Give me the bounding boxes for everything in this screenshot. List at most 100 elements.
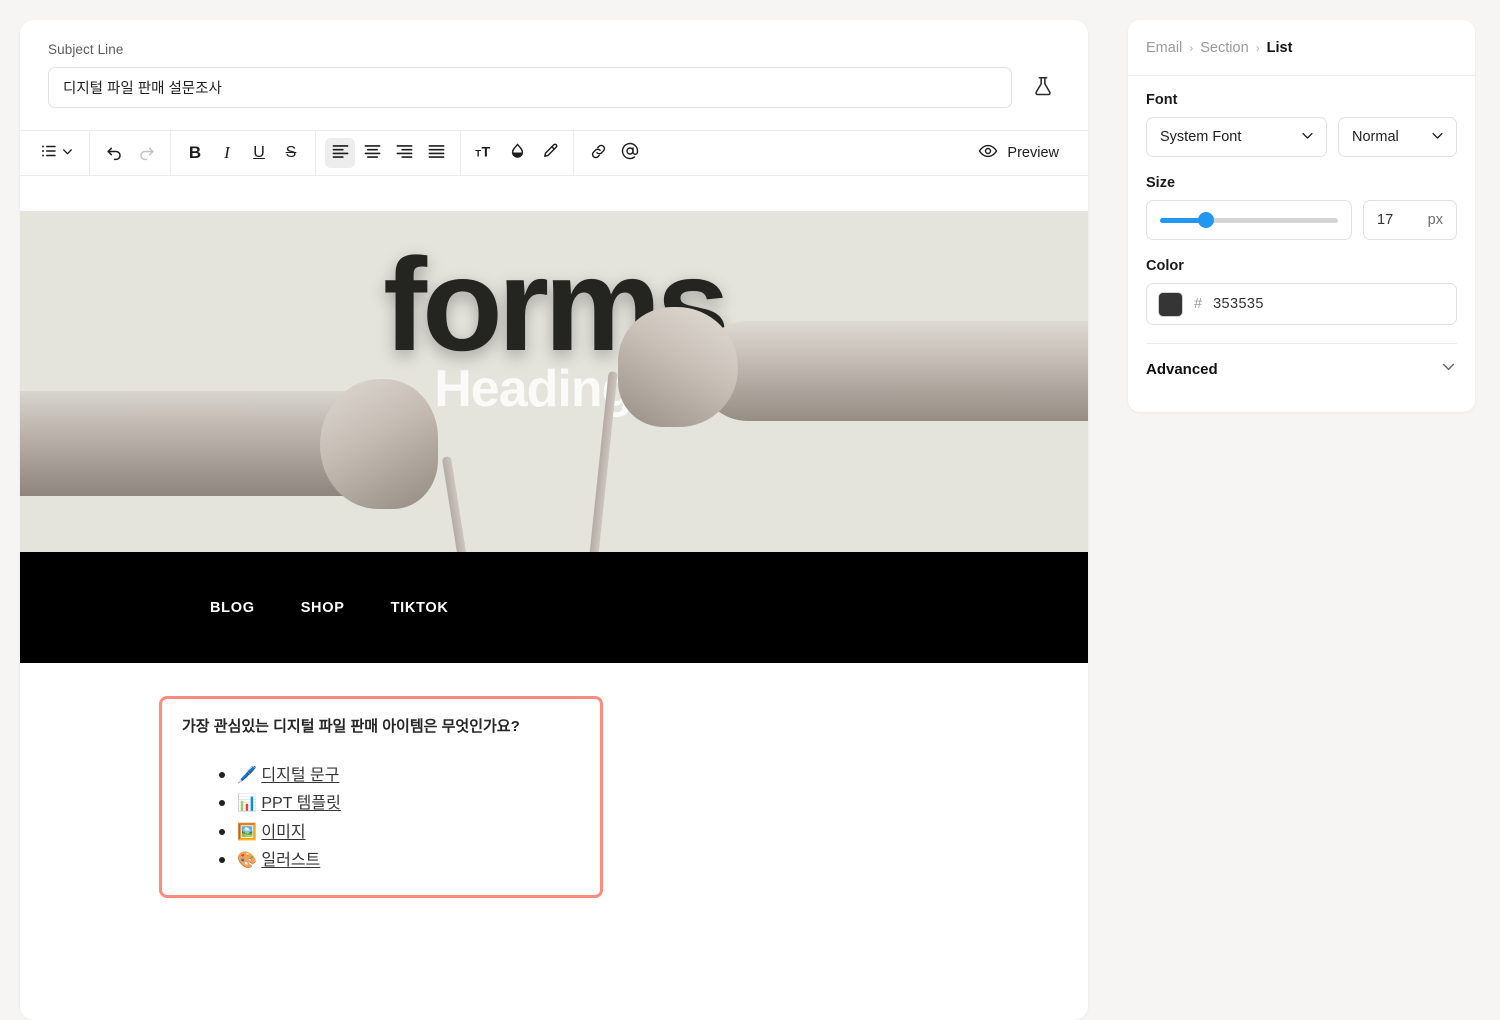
editor-toolbar: B I U S T T Preview	[20, 130, 1088, 176]
undo-button[interactable]	[99, 138, 129, 168]
align-right-icon	[395, 142, 414, 165]
list-item-link[interactable]: PPT 템플릿	[261, 795, 340, 812]
nav-link-shop[interactable]: SHOP	[301, 600, 345, 616]
list-item[interactable]: 🖊️ 디지털 문구	[219, 761, 580, 790]
advanced-label: Advanced	[1146, 360, 1218, 378]
font-family-value: System Font	[1160, 129, 1242, 145]
font-size-value: 17	[1377, 212, 1394, 228]
highlighter-icon	[540, 142, 559, 165]
font-size-button[interactable]: T T	[470, 138, 500, 168]
hero-photo-left-hand	[320, 379, 438, 509]
underline-label: U	[253, 144, 265, 161]
pen-emoji: 🖊️	[237, 764, 257, 784]
toolbar-group-list	[20, 131, 90, 175]
text-color-button[interactable]	[502, 138, 532, 168]
align-justify-button[interactable]	[421, 138, 451, 168]
chevron-down-icon	[1440, 358, 1457, 380]
email-navbar: BLOG SHOP TIKTOK	[20, 552, 1088, 663]
subject-input[interactable]	[48, 67, 1012, 108]
breadcrumb-item-section[interactable]: Section	[1200, 40, 1248, 56]
email-canvas: forms Heading 1 BLOG SHOP TIKTOK 가장 관심있는…	[20, 211, 1088, 1020]
highlighter-button[interactable]	[534, 138, 564, 168]
font-row: System Font Normal	[1146, 117, 1457, 157]
mention-button[interactable]	[615, 138, 645, 168]
flask-icon	[1032, 75, 1054, 100]
artist-palette-emoji: 🎨	[237, 850, 257, 870]
breadcrumb-item-email[interactable]: Email	[1146, 40, 1182, 56]
slider-track[interactable]	[1160, 212, 1338, 228]
list-item[interactable]: 🖼️ 이미지	[219, 818, 580, 847]
svg-text:T: T	[475, 148, 481, 159]
properties-body: Font System Font Normal Size 17 px Color…	[1128, 76, 1475, 412]
redo-button[interactable]	[131, 138, 161, 168]
list-item[interactable]: 📊 PPT 템플릿	[219, 789, 580, 818]
font-label: Font	[1146, 92, 1178, 108]
align-left-button[interactable]	[325, 138, 355, 168]
color-label: Color	[1146, 258, 1184, 274]
size-label: Size	[1146, 175, 1176, 191]
font-family-select[interactable]: System Font	[1146, 117, 1327, 157]
slider-thumb[interactable]	[1198, 212, 1215, 228]
advanced-section-toggle[interactable]: Advanced	[1146, 344, 1457, 394]
breadcrumb: Email › Section › List	[1128, 20, 1475, 76]
subject-line-label: Subject Line	[48, 42, 124, 57]
font-size-input[interactable]: 17 px	[1363, 200, 1457, 240]
chevron-down-icon	[1300, 128, 1315, 147]
bold-label: B	[188, 143, 202, 162]
toolbar-group-text-style: B I U S	[171, 131, 316, 175]
toolbar-group-font: T T	[461, 131, 574, 175]
email-body-area: 가장 관심있는 디지털 파일 판매 아이템은 무엇인가요? 🖊️ 디지털 문구 …	[20, 663, 1088, 898]
underline-button[interactable]: U	[244, 138, 274, 168]
link-icon	[589, 142, 608, 165]
color-swatch[interactable]	[1158, 291, 1183, 317]
italic-button[interactable]: I	[212, 138, 242, 168]
bold-button[interactable]: B	[180, 138, 210, 168]
list-item-link[interactable]: 일러스트	[261, 852, 320, 869]
align-justify-icon	[427, 142, 446, 165]
svg-text:T: T	[481, 144, 490, 160]
color-field[interactable]: # 353535	[1146, 283, 1457, 325]
hero-photo-right-hand	[618, 307, 738, 427]
link-button[interactable]	[583, 138, 613, 168]
eye-icon	[978, 141, 998, 165]
bar-chart-emoji: 📊	[237, 793, 257, 813]
flask-icon-button[interactable]	[1026, 71, 1060, 105]
size-row: 17 px	[1146, 200, 1457, 240]
font-size-slider[interactable]	[1146, 200, 1352, 240]
color-hex-value[interactable]: 353535	[1213, 296, 1264, 312]
framed-picture-emoji: 🖼️	[237, 821, 257, 841]
undo-icon	[105, 142, 124, 165]
bullet-list-button[interactable]	[34, 138, 80, 168]
list-item[interactable]: 🎨 일러스트	[219, 846, 580, 875]
align-left-icon	[331, 142, 350, 165]
email-editor-card: Subject Line 디지털 파일 판매 설문조사 B I U S T T …	[20, 20, 1088, 1020]
align-center-button[interactable]	[357, 138, 387, 168]
font-weight-value: Normal	[1352, 129, 1399, 145]
align-right-button[interactable]	[389, 138, 419, 168]
redo-icon	[137, 142, 156, 165]
bullet-list-icon	[40, 142, 58, 164]
preview-button[interactable]: Preview	[970, 136, 1071, 170]
subject-line-block: Subject Line	[20, 20, 1088, 108]
email-hero-image[interactable]: forms Heading 1	[20, 211, 1088, 552]
properties-panel: Email › Section › List Font System Font …	[1128, 20, 1475, 412]
color-hash-symbol: #	[1194, 296, 1203, 312]
hero-photo-right-arm	[698, 321, 1088, 421]
preview-label: Preview	[1007, 145, 1059, 161]
strikethrough-button[interactable]: S	[276, 138, 306, 168]
nav-link-tiktok[interactable]: TIKTOK	[391, 600, 449, 616]
font-size-unit: px	[1427, 212, 1443, 228]
nav-link-blog[interactable]: BLOG	[210, 600, 255, 616]
hero-photo-strap-left	[441, 456, 472, 552]
font-size-icon: T T	[475, 142, 496, 165]
droplet-icon	[508, 142, 527, 165]
list-item-link[interactable]: 이미지	[261, 824, 305, 841]
list-item-link[interactable]: 디지털 문구	[261, 767, 339, 784]
align-center-icon	[363, 142, 382, 165]
italic-label: I	[224, 143, 230, 162]
chevron-down-icon	[61, 145, 74, 162]
toolbar-group-alignment	[316, 131, 461, 175]
font-weight-select[interactable]: Normal	[1338, 117, 1457, 157]
toolbar-group-history	[90, 131, 171, 175]
breadcrumb-separator-icon: ›	[1189, 40, 1194, 55]
